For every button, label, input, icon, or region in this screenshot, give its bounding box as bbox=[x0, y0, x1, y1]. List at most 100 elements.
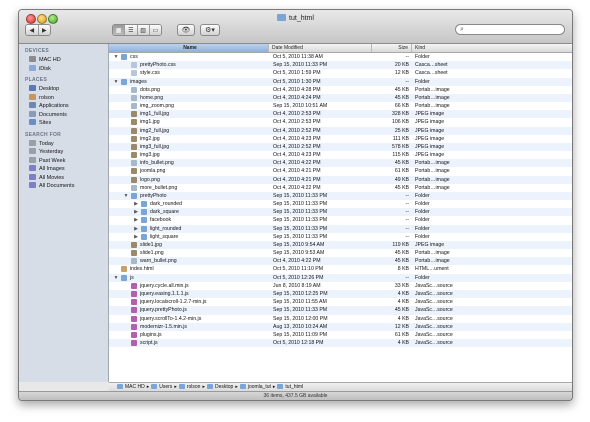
file-row[interactable]: style.css Oct 5, 2010 1:59 PM 12 KB Casca…s… bbox=[109, 69, 572, 77]
sidebar-item[interactable]: Sites bbox=[29, 119, 51, 127]
file-row[interactable]: ▶ dark_square Sep 15, 2010 11:33 PM -- Folde… bbox=[109, 208, 572, 217]
file-row[interactable]: img_zoom.png Sep 15, 2010 10:51 AM 66 KB Po… bbox=[109, 102, 572, 110]
file-row[interactable]: jquery.cycle.all.min.js Jun 8, 2010 8:19 … bbox=[109, 282, 572, 290]
file-size: 61 KB bbox=[394, 331, 409, 338]
column-header-kind[interactable]: Kind bbox=[412, 44, 572, 52]
file-row[interactable]: jquery.prettyPhoto.js Sep 15, 2010 11:33 … bbox=[109, 306, 572, 315]
file-row[interactable]: logo.png Oct 4, 2010 4:21 PM 49 KB Portab…i… bbox=[109, 175, 572, 184]
sites-icon bbox=[29, 119, 36, 125]
file-row[interactable]: joomla.png Oct 4, 2010 4:21 PM 61 KB Portab… bbox=[109, 167, 572, 175]
sidebar-item[interactable]: MAC HD bbox=[29, 56, 61, 64]
file-row[interactable]: warn_bullet.png Oct 4, 2010 4:22 PM 45 KB P… bbox=[109, 257, 572, 266]
status-text: 36 items, 437.5 GB available bbox=[263, 393, 328, 399]
sidebar-item[interactable]: Documents bbox=[29, 110, 67, 119]
disclosure-triangle-icon[interactable]: ▼ bbox=[113, 274, 119, 282]
action-menu-button[interactable]: ⚙▾ bbox=[200, 24, 220, 36]
file-row[interactable]: ▶ dark_rounded Sep 15, 2010 11:33 PM -- Fold… bbox=[109, 200, 572, 208]
file-name: info_bullet.png bbox=[140, 160, 174, 167]
file-row[interactable]: home.png Oct 4, 2010 4:24 PM 45 KB Portab…i… bbox=[109, 93, 572, 103]
path-segment[interactable]: Desktop bbox=[215, 384, 233, 390]
file-row[interactable]: slide1.jpg Sep 15, 2010 9:54 AM 119 KB JPEG… bbox=[109, 240, 572, 250]
file-row[interactable]: img2_full.jpg Oct 4, 2010 2:52 PM 25 KB JPE… bbox=[109, 126, 572, 135]
sidebar-item[interactable]: Desktop bbox=[29, 85, 59, 93]
title-bar[interactable]: tut_html ◀ ▶ ▦ ☰ ▥ ▭ 👁 ⚙▾ ⌕ bbox=[19, 10, 572, 44]
file-row[interactable]: img1_full.jpg Oct 4, 2010 2:53 PM 328 KB JP… bbox=[109, 110, 572, 119]
file-row[interactable]: prettyPhoto.css Sep 15, 2010 11:33 PM 20 K… bbox=[109, 61, 572, 70]
file-row[interactable]: script.js Oct 5, 2010 12:18 PM 4 KB JavaSc…… bbox=[109, 339, 572, 348]
file-row[interactable]: dots.png Oct 4, 2010 4:28 PM 45 KB Portab…i… bbox=[109, 86, 572, 94]
file-row[interactable]: ▼ css Oct 5, 2010 11:38 AM -- Folder bbox=[109, 53, 572, 61]
file-kind: JavaSc…source bbox=[415, 299, 453, 306]
path-segment[interactable]: MAC HD bbox=[125, 384, 145, 390]
file-size: 20 KB bbox=[394, 62, 409, 69]
back-button[interactable]: ◀ bbox=[26, 25, 39, 35]
clock-icon bbox=[29, 156, 36, 163]
file-date: Oct 5, 2010 11:38 AM bbox=[273, 54, 323, 60]
sidebar-item[interactable]: Today bbox=[29, 139, 54, 148]
cover-flow-button[interactable]: ▭ bbox=[149, 25, 161, 35]
search-field[interactable]: ⌕ bbox=[455, 24, 565, 35]
file-row[interactable]: img1.jpg Oct 4, 2010 2:53 PM 106 KB JPEG im… bbox=[109, 118, 572, 126]
sidebar-item[interactable]: iDisk bbox=[29, 64, 51, 73]
file-row[interactable]: slide1.png Sep 15, 2010 9:53 AM 45 KB Porta… bbox=[109, 249, 572, 257]
file-row[interactable]: jquery.scrollTo-1.4.2-min.js Sep 15, 2010… bbox=[109, 315, 572, 323]
sidebar-item[interactable]: All Documents bbox=[29, 182, 74, 190]
file-date: Sep 15, 2010 9:54 AM bbox=[273, 241, 325, 248]
sidebar-item[interactable]: Yesterday bbox=[29, 148, 63, 156]
disclosure-triangle-icon[interactable]: ▶ bbox=[133, 216, 139, 224]
css-file-icon bbox=[131, 62, 137, 69]
file-date: Jun 8, 2010 8:19 AM bbox=[273, 282, 321, 289]
path-segment[interactable]: rolson bbox=[187, 384, 201, 390]
column-header-size[interactable]: Size bbox=[372, 44, 412, 52]
disclosure-triangle-icon[interactable]: ▶ bbox=[133, 225, 139, 233]
sidebar-item[interactable]: rolson bbox=[29, 93, 54, 102]
sidebar-item-label: MAC HD bbox=[39, 57, 61, 63]
path-segment[interactable]: tut_html bbox=[285, 384, 303, 390]
sidebar-item[interactable]: All Movies bbox=[29, 173, 64, 182]
file-row[interactable]: index.html Oct 5, 2010 11:10 PM 8 KB HTML…u… bbox=[109, 265, 572, 273]
quick-look-button[interactable]: 👁 bbox=[177, 24, 195, 36]
file-row[interactable]: ▶ light_rounded Sep 15, 2010 11:33 PM -- Fol… bbox=[109, 224, 572, 233]
file-row[interactable]: more_bullet.png Oct 4, 2010 4:22 PM 45 KB P… bbox=[109, 184, 572, 192]
disclosure-triangle-icon[interactable]: ▼ bbox=[113, 78, 119, 86]
sidebar: DEVICES MAC HD iDisk PLACES Desktop rolson App… bbox=[19, 44, 109, 382]
path-segment[interactable]: joomla_tut bbox=[248, 384, 271, 390]
forward-button[interactable]: ▶ bbox=[38, 25, 50, 35]
column-view-button[interactable]: ▥ bbox=[137, 25, 150, 35]
column-header-name[interactable]: Name bbox=[109, 44, 269, 52]
file-size: 45 KB bbox=[394, 258, 409, 265]
file-row[interactable]: ▶ light_square Sep 15, 2010 11:33 PM -- Fold… bbox=[109, 233, 572, 241]
file-row[interactable]: ▼ images Oct 5, 2010 1:30 PM -- Folder bbox=[109, 77, 572, 86]
disclosure-triangle-icon[interactable]: ▶ bbox=[133, 208, 139, 216]
folder-icon bbox=[141, 225, 147, 232]
jpg-file-icon bbox=[131, 119, 137, 126]
disclosure-triangle-icon[interactable]: ▶ bbox=[133, 200, 139, 208]
file-row[interactable]: info_bullet.png Oct 4, 2010 4:22 PM 45 KB P… bbox=[109, 159, 572, 168]
file-row[interactable]: img2.jpg Oct 4, 2010 4:23 PM 111 KB JPEG im… bbox=[109, 135, 572, 143]
list-view-button[interactable]: ☰ bbox=[125, 25, 138, 35]
file-row[interactable]: modernizr-1.5.min.js Aug 13, 2010 10:24 A… bbox=[109, 322, 572, 331]
sidebar-item[interactable]: All Images bbox=[29, 165, 65, 173]
sidebar-item[interactable]: Applications bbox=[29, 102, 69, 110]
file-row[interactable]: plugins.js Sep 15, 2010 11:09 PM 61 KB Java… bbox=[109, 331, 572, 339]
file-date: Sep 15, 2010 12:25 PM bbox=[273, 290, 328, 297]
file-row[interactable]: ▶ facebook Sep 15, 2010 11:33 PM -- Folder bbox=[109, 216, 572, 224]
file-row[interactable]: img3_full.jpg Oct 4, 2010 2:52 PM 578 KB JP… bbox=[109, 142, 572, 152]
file-name: img3_full.jpg bbox=[140, 143, 170, 150]
disclosure-triangle-icon[interactable]: ▼ bbox=[123, 192, 129, 200]
file-row[interactable]: ▼ js Oct 5, 2010 12:26 PM -- Folder bbox=[109, 273, 572, 282]
file-kind: Casca…sheet bbox=[415, 70, 448, 77]
disclosure-triangle-icon[interactable]: ▼ bbox=[113, 53, 119, 61]
file-row[interactable]: img3.jpg Oct 4, 2010 4:23 PM 115 KB JPEG im… bbox=[109, 151, 572, 159]
file-row[interactable]: ▼ prettyPhoto Sep 15, 2010 11:33 PM -- Folde… bbox=[109, 191, 572, 201]
file-row[interactable]: jquery.localscroll-1.2.7-min.js Sep 15, 2… bbox=[109, 298, 572, 306]
sidebar-item[interactable]: Past Week bbox=[29, 156, 66, 165]
disclosure-triangle-icon[interactable]: ▶ bbox=[133, 233, 139, 241]
icon-view-button[interactable]: ▦ bbox=[113, 25, 126, 35]
file-date: Sep 15, 2010 11:33 PM bbox=[273, 192, 328, 199]
file-row[interactable]: jquery.easing.1.1.1.js Sep 15, 2010 12:25… bbox=[109, 289, 572, 299]
html-file-icon bbox=[121, 266, 127, 273]
smart-folder-icon bbox=[29, 173, 36, 180]
path-segment[interactable]: Users bbox=[159, 384, 172, 390]
column-header-date[interactable]: Date Modified bbox=[269, 44, 372, 52]
